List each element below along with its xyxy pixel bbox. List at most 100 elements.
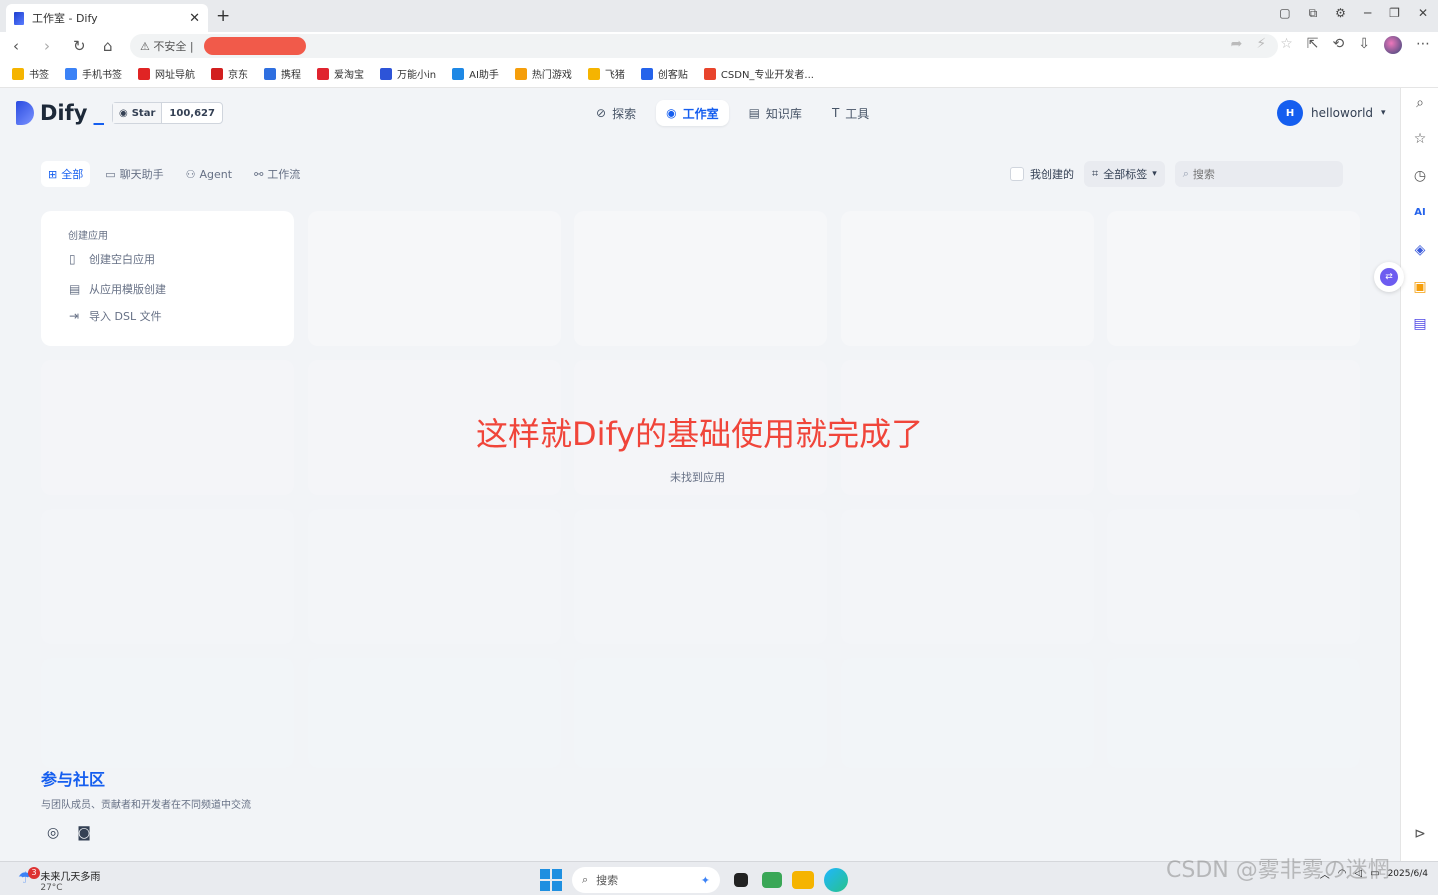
placeholder-card — [41, 360, 294, 495]
task-view-icon[interactable] — [734, 873, 748, 887]
taskbar-center: ⌕ 搜索 ✦ — [540, 867, 848, 893]
bookmark-item[interactable]: 网址导航 — [138, 66, 195, 81]
bookmark-item[interactable]: 书签 — [12, 66, 49, 81]
github-icon[interactable]: ◎ — [47, 825, 59, 841]
nav-tab-3[interactable]: T 工具 — [822, 100, 879, 126]
discord-icon[interactable]: ◙ — [77, 825, 91, 841]
community-title: 参与社区 — [41, 770, 106, 789]
gamepad-icon[interactable]: ◈ — [1412, 242, 1428, 258]
robot-icon: ◉ — [666, 106, 677, 120]
search-input[interactable] — [1192, 167, 1333, 181]
tag-filter-select[interactable]: ⌗ 全部标签 ▾ — [1084, 161, 1165, 187]
bookmark-item[interactable]: 万能小in — [380, 66, 436, 81]
github-star-label: Star — [131, 107, 156, 119]
nav-tab-2[interactable]: ▤ 知识库 — [739, 100, 812, 126]
bookmark-label: 书签 — [29, 70, 49, 81]
filter-tab-3[interactable]: ⚯ 工作流 — [247, 161, 307, 187]
favorite-star-icon[interactable]: ☆ — [1280, 36, 1293, 54]
split-screen-icon[interactable]: ⇱ — [1307, 36, 1319, 54]
terminal-app-icon[interactable] — [762, 872, 782, 888]
bookmark-icon — [65, 67, 77, 80]
windows-start-icon[interactable] — [540, 869, 562, 891]
logo-text: Dify — [40, 101, 88, 125]
github-star-button[interactable]: ◉ Star 100,627 — [112, 102, 223, 124]
book-icon: ▤ — [748, 106, 760, 120]
weather-widget[interactable]: ☂ 3 未来几天多雨 27°C — [18, 867, 100, 893]
avatar: H — [1277, 100, 1303, 126]
clock-icon[interactable]: ◷ — [1412, 168, 1428, 184]
file-explorer-icon[interactable] — [792, 871, 814, 889]
share-icon[interactable]: ➦ — [1231, 36, 1243, 54]
more-menu-icon[interactable]: ⋯ — [1416, 36, 1430, 54]
placeholder-card — [841, 658, 1094, 768]
search-box[interactable]: ⌕ — [1174, 161, 1343, 187]
filter-tab-2[interactable]: ⚇ Agent — [179, 161, 239, 187]
bookmark-icon — [514, 67, 527, 80]
bookmark-item[interactable]: AI助手 — [452, 66, 499, 81]
home-icon[interactable]: ⌂ — [103, 37, 113, 55]
download-icon[interactable]: ⇩ — [1358, 36, 1370, 54]
bookmark-label: 携程 — [281, 70, 301, 81]
create-from-template-label: 从应用模版创建 — [89, 283, 166, 296]
warning-icon: ⚠ — [140, 39, 154, 53]
placeholder-card — [1107, 211, 1360, 346]
bolt-icon[interactable]: ⚡ — [1256, 36, 1266, 54]
created-by-me-checkbox[interactable]: 我创建的 — [1010, 166, 1074, 182]
close-tab-icon[interactable]: ✕ — [189, 11, 200, 26]
window-close-icon[interactable]: ✕ — [1418, 6, 1428, 21]
dify-logo[interactable]: Dify _ — [16, 101, 104, 125]
search-icon[interactable]: ⌕ — [1412, 95, 1428, 111]
bookmark-item[interactable]: 创客贴 — [640, 66, 688, 81]
edge-browser-icon[interactable] — [824, 868, 848, 892]
restore-icon[interactable]: ❐ — [1389, 6, 1400, 21]
back-icon[interactable]: ‹ — [13, 37, 19, 55]
extensions-icon[interactable]: ⚙ — [1335, 6, 1346, 21]
file-plus-icon: ▯ — [69, 252, 76, 266]
translate-float-button[interactable]: ⇄ — [1374, 262, 1404, 292]
copilot-sparkle-icon: ✦ — [700, 873, 710, 887]
star-icon[interactable]: ☆ — [1412, 131, 1428, 147]
address-input[interactable]: ⚠ 不安全 | — [130, 34, 1278, 58]
placeholder-card — [41, 658, 294, 768]
bookmark-item[interactable]: 爱淘宝 — [317, 66, 364, 81]
collections-icon[interactable]: ⧉ — [1309, 6, 1318, 21]
bookmark-item[interactable]: 热门游戏 — [514, 66, 572, 81]
new-tab-button[interactable]: + — [216, 6, 230, 26]
bookmark-item[interactable]: 手机书签 — [65, 66, 122, 81]
filter-tab-0[interactable]: ⊞ 全部 — [41, 161, 91, 187]
filter-tab-1[interactable]: ▭ 聊天助手 — [98, 161, 170, 187]
user-menu[interactable]: H helloworld ▾ — [1277, 100, 1386, 126]
forward-icon[interactable]: › — [44, 37, 50, 55]
bookmark-item[interactable]: 京东 — [211, 66, 248, 81]
checkbox-box[interactable] — [1010, 167, 1024, 181]
filter-tab-label: 聊天助手 — [119, 168, 164, 181]
dify-logo-icon — [16, 101, 34, 125]
taskbar-search[interactable]: ⌕ 搜索 ✦ — [572, 867, 720, 893]
bookmark-item[interactable]: 飞猪 — [587, 66, 625, 81]
create-from-template-button[interactable]: ▤ 从应用模版创建 — [69, 281, 166, 297]
bookmark-label: 爱淘宝 — [334, 70, 364, 81]
nav-tab-0[interactable]: ⊘ 探索 — [586, 100, 646, 126]
clock[interactable]: 2025/6/4 — [1388, 868, 1428, 880]
filter-tab-icon: ⚯ — [254, 167, 264, 181]
placeholder-card — [41, 509, 294, 644]
minimize-icon[interactable]: ─ — [1364, 6, 1371, 21]
create-app-card: 创建应用 ▯ 创建空白应用 ▤ 从应用模版创建 ⇥ 导入 DSL 文件 — [41, 211, 294, 346]
import-dsl-button[interactable]: ⇥ 导入 DSL 文件 — [69, 308, 162, 324]
profile-avatar[interactable] — [1384, 36, 1402, 54]
tag-filter-label: 全部标签 — [1103, 168, 1148, 181]
bookmark-item[interactable]: CSDN_专业开发者... — [703, 66, 814, 81]
history-icon[interactable]: ⟲ — [1333, 36, 1345, 54]
ai-icon[interactable]: AI — [1412, 205, 1428, 221]
create-blank-app-button[interactable]: ▯ 创建空白应用 — [69, 251, 155, 267]
tab-actions-icon[interactable]: ▢ — [1279, 6, 1290, 21]
bookmark-item[interactable]: 携程 — [264, 66, 301, 81]
collapse-sidebar-icon[interactable]: ⊳ — [1412, 826, 1428, 842]
browser-tab[interactable]: 工作室 - Dify ✕ — [6, 4, 208, 32]
translate-icon[interactable]: ▤ — [1412, 316, 1428, 332]
toolbox-icon[interactable]: ▣ — [1412, 279, 1428, 295]
taskbar-search-label: 搜索 — [596, 874, 619, 887]
filter-tab-label: Agent — [199, 167, 233, 181]
reload-icon[interactable]: ↻ — [73, 37, 86, 55]
nav-tab-1[interactable]: ◉ 工作室 — [656, 100, 729, 126]
